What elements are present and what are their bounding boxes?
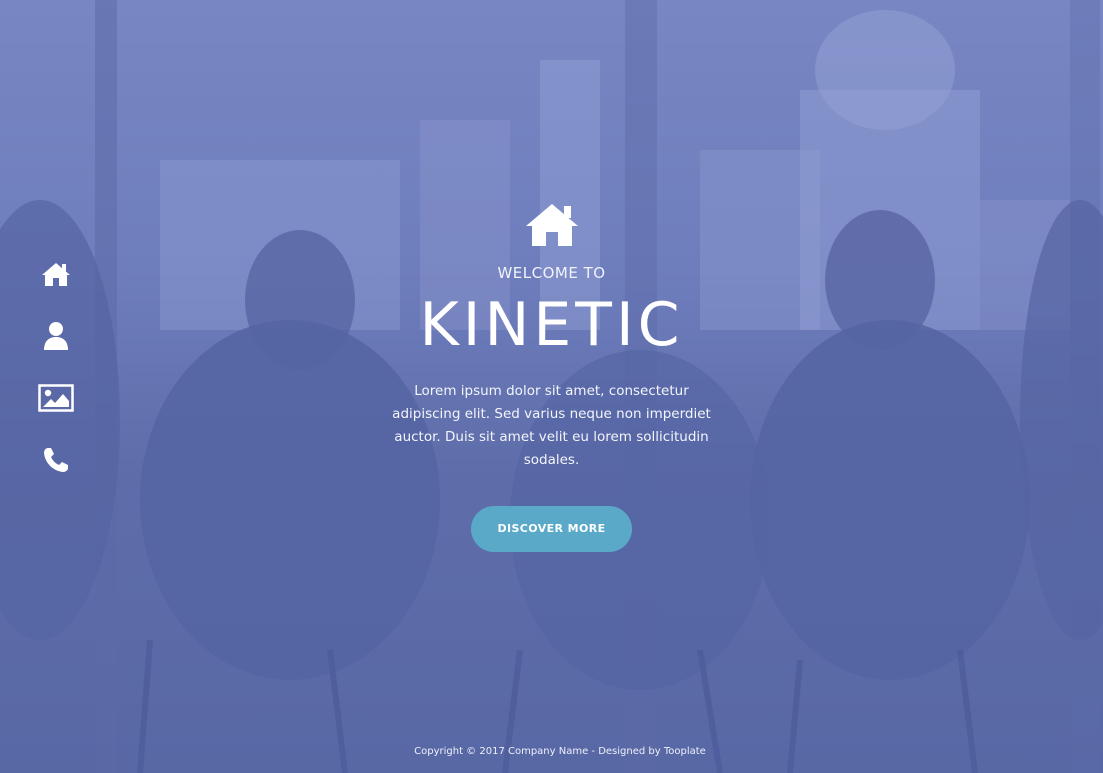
home-icon: [525, 204, 578, 246]
hero-description: Lorem ipsum dolor sit amet, consectetur …: [392, 383, 711, 468]
hero-section: WELCOME TO KINETIC Lorem ipsum dolor sit…: [0, 0, 1103, 773]
hero-content: WELCOME TO KINETIC Lorem ipsum dolor sit…: [0, 200, 1103, 552]
discover-more-button[interactable]: DISCOVER MORE: [471, 506, 632, 552]
designer-link[interactable]: Tooplate: [664, 746, 706, 757]
welcome-text: WELCOME TO: [497, 264, 606, 282]
page-title: KINETIC: [419, 290, 684, 360]
footer: Copyright © 2017 Company Name - Designed…: [0, 746, 1103, 757]
copyright-text: Copyright © 2017 Company Name - Designed…: [414, 746, 664, 757]
